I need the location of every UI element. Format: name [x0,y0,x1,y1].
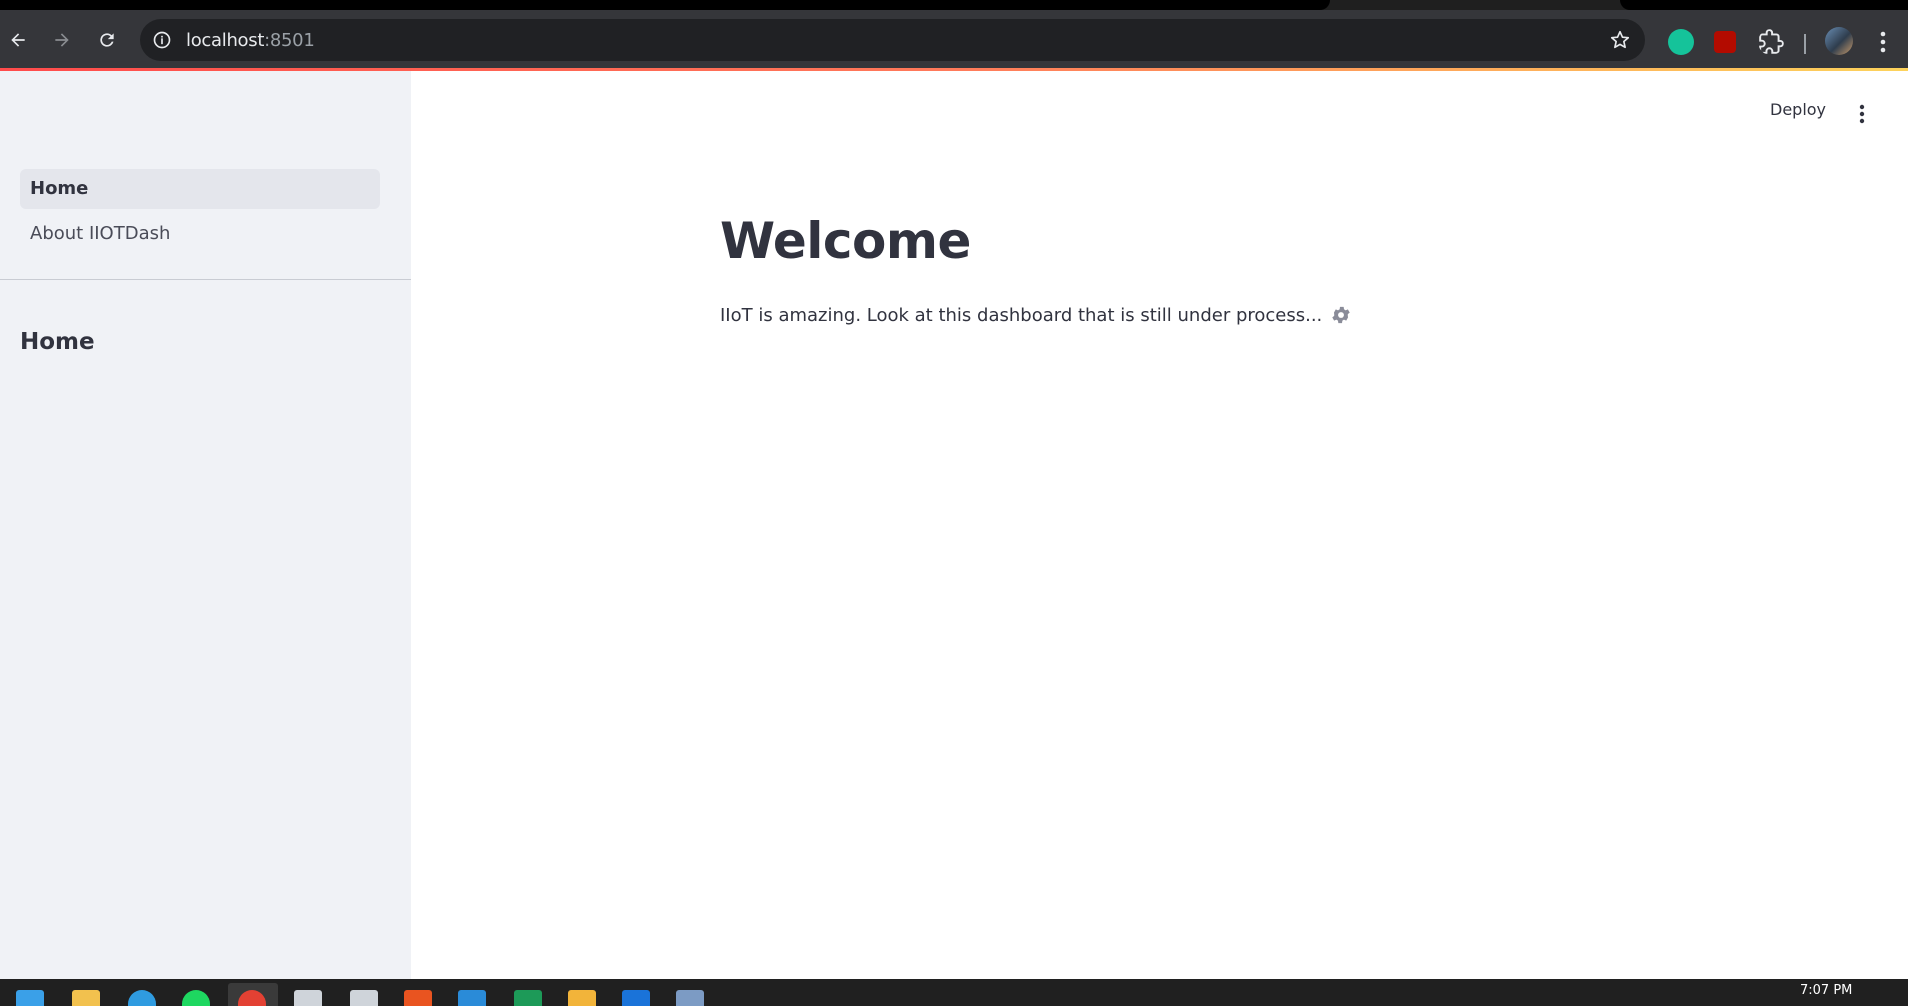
bookmark-star-icon[interactable] [1609,29,1631,51]
edge-icon[interactable] [128,990,156,1006]
postgres-icon[interactable] [676,990,704,1006]
url-text: localhost:8501 [186,30,315,51]
kebab-menu-icon[interactable] [1852,102,1872,126]
chrome-menu-icon[interactable] [1873,28,1893,56]
gear-icon [1332,306,1350,324]
taskbar-clock[interactable]: 7:07 PM [1800,983,1852,998]
sidebar: Home About IIOTDash Home [0,71,411,979]
page-description-text: IIoT is amazing. Look at this dashboard … [720,304,1323,326]
sidebar-item-about[interactable]: About IIOTDash [20,214,380,254]
start-icon[interactable] [16,990,44,1006]
toolbar-separator [1804,34,1806,54]
file-explorer-icon[interactable] [72,990,100,1006]
browser-toolbar: localhost:8501 [0,10,1908,70]
mail-icon[interactable] [568,990,596,1006]
profile-avatar[interactable] [1825,27,1853,55]
grammarly-extension-icon[interactable] [1668,29,1694,55]
files-icon[interactable] [294,990,322,1006]
extensions-puzzle-icon[interactable] [1758,29,1784,55]
spotify-icon[interactable] [182,990,210,1006]
browser-tab-active[interactable] [0,0,1330,10]
address-bar[interactable]: localhost:8501 [140,19,1645,61]
deploy-button[interactable]: Deploy [1770,100,1826,119]
site-info-icon[interactable] [152,30,172,50]
reload-icon[interactable] [91,24,123,56]
browser-tab[interactable] [1620,0,1908,10]
back-icon[interactable] [2,24,34,56]
ubuntu-icon[interactable] [404,990,432,1006]
adobe-extension-icon[interactable] [1714,31,1736,53]
sidebar-item-home[interactable]: Home [20,169,380,209]
vscode-icon[interactable] [458,990,486,1006]
page-title: Welcome [720,212,971,270]
forward-icon[interactable] [46,24,78,56]
excel-icon[interactable] [514,990,542,1006]
page-description: IIoT is amazing. Look at this dashboard … [720,304,1352,326]
os-taskbar: 7:07 PM [0,979,1908,1006]
files-icon-2[interactable] [350,990,378,1006]
sidebar-divider [0,279,411,280]
outlook-icon[interactable] [622,990,650,1006]
sidebar-heading: Home [20,329,95,355]
browser-tabstrip [0,0,1908,10]
